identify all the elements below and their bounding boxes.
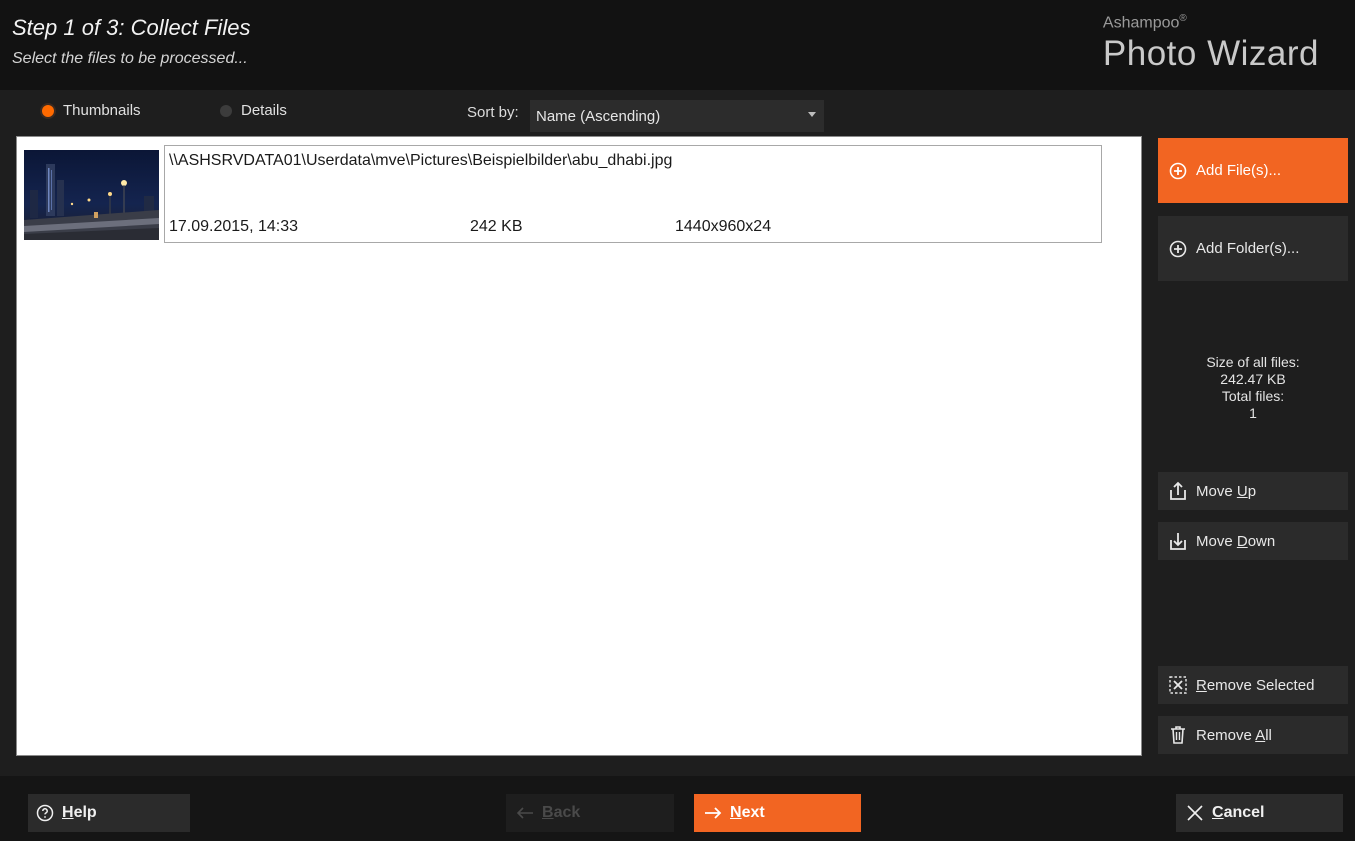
next-label: Next	[730, 804, 765, 821]
sort-label: Sort by:	[467, 104, 519, 121]
move-down-icon	[1168, 531, 1188, 551]
next-button[interactable]: Next	[694, 794, 861, 832]
total-files-label: Total files:	[1221, 388, 1285, 404]
cancel-label: Cancel	[1212, 804, 1265, 821]
file-info: \\ASHSRVDATA01\Userdata\mve\Pictures\Bei…	[164, 145, 1102, 243]
thumbnails-label: Thumbnails	[63, 102, 141, 119]
side-panel: Add File(s)... Add Folder(s)... Size of …	[1158, 136, 1348, 756]
file-list[interactable]: \\ASHSRVDATA01\Userdata\mve\Pictures\Bei…	[16, 136, 1142, 756]
size-all-label: Size of all files:	[1206, 354, 1300, 370]
move-down-button[interactable]: Move Down	[1158, 522, 1348, 560]
help-button[interactable]: Help	[28, 794, 190, 832]
remove-selected-icon	[1168, 675, 1188, 695]
move-down-label: Move Down	[1196, 532, 1276, 550]
header: Step 1 of 3: Collect Files Select the fi…	[0, 0, 1355, 90]
file-stats: Size of all files: 242.47 KB Total files…	[1158, 354, 1348, 422]
add-folders-label: Add Folder(s)...	[1196, 240, 1300, 257]
details-label: Details	[241, 102, 287, 119]
total-files-value: 1	[1249, 405, 1257, 421]
move-up-button[interactable]: Move Up	[1158, 472, 1348, 510]
move-up-icon	[1168, 481, 1188, 501]
plus-circle-icon	[1168, 161, 1188, 181]
file-dimensions: 1440x960x24	[675, 218, 772, 235]
remove-selected-label: Remove Selected	[1196, 676, 1315, 694]
file-date: 17.09.2015, 14:33	[169, 218, 299, 235]
brand-product: Photo Wizard	[1102, 34, 1319, 74]
cancel-button[interactable]: Cancel	[1176, 794, 1343, 832]
photo-wizard-window: Step 1 of 3: Collect Files Select the fi…	[0, 0, 1355, 841]
chevron-down-icon	[808, 112, 816, 117]
size-all-value: 242.47 KB	[1220, 371, 1286, 387]
sort-value: Name (Ascending)	[536, 107, 661, 125]
remove-all-button[interactable]: Remove All	[1158, 716, 1348, 754]
back-label: Back	[542, 804, 581, 821]
sort-dropdown[interactable]: Name (Ascending)	[530, 100, 824, 132]
radio-unselected-icon	[220, 104, 232, 117]
help-label: Help	[62, 804, 97, 821]
image-thumbnail	[24, 150, 159, 240]
add-files-label: Add File(s)...	[1196, 162, 1282, 179]
view-toolbar: Thumbnails Details Sort by: Name (Ascend…	[0, 90, 1150, 136]
arrow-left-icon	[516, 806, 534, 820]
move-up-label: Move Up	[1196, 482, 1257, 500]
trash-icon	[1168, 725, 1188, 745]
footer-bar: Help Back Next Cancel	[0, 776, 1355, 841]
file-path: \\ASHSRVDATA01\Userdata\mve\Pictures\Bei…	[169, 152, 673, 169]
add-folders-button[interactable]: Add Folder(s)...	[1158, 216, 1348, 281]
close-icon	[1186, 804, 1204, 822]
back-button[interactable]: Back	[506, 794, 674, 832]
page-subtitle: Select the files to be processed...	[12, 50, 248, 67]
radio-selected-icon	[42, 104, 54, 117]
brand-logo: Ashampoo® Photo Wizard	[1103, 10, 1319, 76]
remove-all-label: Remove All	[1196, 726, 1272, 744]
brand-company: Ashampoo®	[1102, 13, 1187, 32]
remove-selected-button[interactable]: Remove Selected	[1158, 666, 1348, 704]
step-heading: Step 1 of 3: Collect Files Select the fi…	[12, 14, 250, 70]
arrow-right-icon	[704, 806, 722, 820]
thumbnails-radio[interactable]: Thumbnails	[42, 102, 141, 119]
list-item[interactable]: \\ASHSRVDATA01\Userdata\mve\Pictures\Bei…	[23, 145, 1103, 243]
details-radio[interactable]: Details	[220, 102, 287, 119]
plus-circle-icon	[1168, 239, 1188, 259]
add-files-button[interactable]: Add File(s)...	[1158, 138, 1348, 203]
page-title: Step 1 of 3: Collect Files	[12, 15, 251, 40]
help-icon	[36, 804, 54, 822]
file-size: 242 KB	[470, 218, 523, 235]
